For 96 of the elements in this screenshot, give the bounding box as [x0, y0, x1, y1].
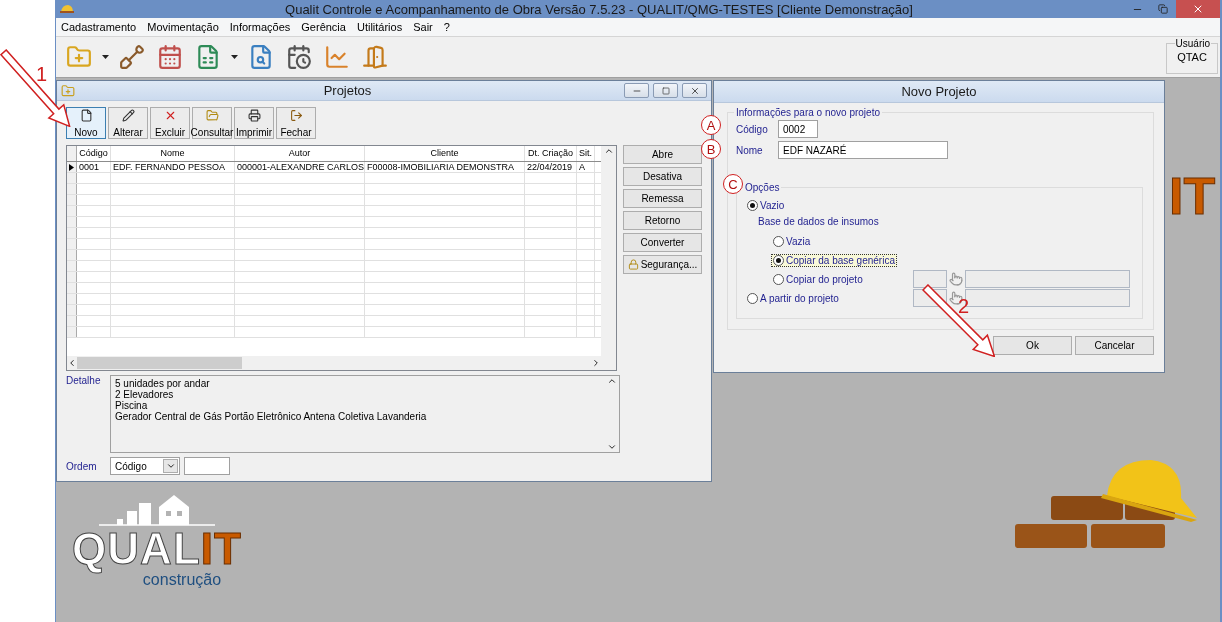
close-button[interactable] [682, 83, 707, 98]
field-label: Nome [736, 144, 764, 156]
table-cell: 000001-ALEXANDRE CARLOS [235, 162, 365, 172]
caret-icon [165, 461, 176, 471]
toolbar-button[interactable]: Excluir [150, 107, 190, 139]
radio-option[interactable]: Copiar do projeto [771, 272, 865, 286]
table-cell: EDF. FERNANDO PESSOA [111, 162, 235, 172]
chart-icon [324, 44, 350, 70]
table-cell: 22/04/2019 [525, 162, 577, 172]
action-button[interactable]: Remessa [623, 189, 702, 208]
toolbar-button[interactable]: Consultar [192, 107, 232, 139]
lock-icon [627, 259, 639, 270]
menu-item[interactable]: ? [443, 21, 450, 33]
radio-option[interactable]: A partir do projeto [745, 291, 841, 305]
window-title: Qualit Controle e Acompanhamento de Obra Versão 7.5.23 - QUALIT/QMG-TESTES [Cliente Demonstração] [284, 1, 914, 17]
menu-item[interactable]: Cadastramento [61, 21, 137, 33]
door-icon [362, 44, 388, 70]
radio-option[interactable]: Copiar da base genérica [771, 253, 897, 267]
detail-line: Piscina [115, 400, 149, 411]
menu-item[interactable]: Informações [229, 21, 291, 33]
logo-fragment: IT [1169, 170, 1216, 222]
action-button[interactable]: Retorno [623, 211, 702, 230]
logo-tagline: construção [142, 571, 222, 589]
field-label: Código [736, 123, 769, 135]
shovel-icon [119, 44, 145, 70]
logo-accent-text: IT [200, 527, 242, 571]
file-search-icon [248, 44, 274, 70]
scrollbar[interactable] [67, 356, 616, 370]
detail-line: 2 Elevadores [115, 389, 175, 400]
table-cell: A [577, 162, 595, 172]
column-header[interactable]: Dt. Criação [525, 146, 577, 161]
menu-item[interactable]: Utilitários [356, 21, 403, 33]
pencil-icon [121, 109, 135, 122]
scrollbar-thumb[interactable] [77, 357, 242, 369]
text-field[interactable]: 0002 [778, 120, 818, 138]
annotation-number: 1 [36, 64, 48, 84]
detail-field[interactable]: 5 unidades por andar 2 Elevadores Piscina Gerador Central de Gás Portão Eletrônico Antena Coletiva Lavanderia [110, 375, 620, 453]
user-label: Usuário [1174, 38, 1211, 49]
toolbar-button[interactable]: Imprimir [234, 107, 274, 139]
row-pointer-icon [69, 163, 74, 171]
table-cell: 0001 [77, 162, 111, 172]
menu-item[interactable]: Movimentação [147, 21, 219, 33]
spreadsheet-icon [195, 44, 221, 70]
section-label: Base de dados de insumos [758, 216, 880, 229]
action-button[interactable]: Converter [623, 233, 702, 252]
code-field[interactable] [913, 270, 947, 288]
radio-option[interactable]: Vazio [745, 198, 787, 212]
action-button[interactable]: Segurança... [623, 255, 702, 274]
toolbar-button[interactable]: Alterar [108, 107, 148, 139]
window-title: Projetos [322, 83, 373, 98]
user-name: QTAC [1177, 51, 1207, 63]
order-select[interactable]: Código [110, 457, 180, 475]
scrollbar[interactable] [601, 146, 616, 356]
helmet-icon [60, 4, 74, 14]
group-label: Informações para o novo projeto [735, 107, 881, 118]
column-header[interactable]: Sit. [577, 146, 595, 161]
search-field[interactable] [184, 457, 230, 475]
pointer-icon[interactable] [949, 272, 963, 286]
row-header[interactable] [67, 162, 77, 172]
action-button[interactable]: Desativa [623, 167, 702, 186]
maximize-icon [661, 86, 670, 95]
caret-icon[interactable] [231, 55, 238, 59]
table-cell: F00008-IMOBILIARIA DEMONSTRA [365, 162, 525, 172]
restore-icon [1158, 4, 1168, 14]
dialog-button[interactable]: Ok [993, 336, 1072, 355]
close-icon [689, 85, 700, 96]
detail-line: 5 unidades por andar [115, 378, 211, 389]
text-field[interactable]: EDF NAZARÉ [778, 141, 948, 159]
group-label: Opções [744, 182, 781, 193]
dialog-button[interactable]: Cancelar [1075, 336, 1154, 355]
menu-item[interactable]: Sair [413, 21, 433, 33]
printer-icon [247, 109, 261, 122]
close-icon [1192, 3, 1204, 15]
annotation-number: 2 [958, 296, 970, 316]
column-header[interactable]: Código [77, 146, 111, 161]
field-label: Ordem [66, 460, 98, 472]
field-label: Detalhe [66, 375, 102, 388]
menu-item[interactable]: Gerência [301, 21, 346, 33]
radio-option[interactable]: Vazia [771, 234, 813, 248]
toolbar-button[interactable]: Novo [66, 107, 106, 139]
folder-plus-icon [61, 83, 75, 98]
toolbar-button[interactable]: Fechar [276, 107, 316, 139]
minimize-button[interactable] [624, 83, 649, 98]
restore-button[interactable] [653, 83, 678, 98]
logo-text: QUAL [72, 527, 201, 571]
calendar-clock-icon [286, 44, 312, 70]
caret-icon[interactable] [102, 55, 109, 59]
folder-plus-icon [66, 44, 92, 70]
folder-icon [205, 109, 219, 122]
project-field[interactable] [965, 270, 1130, 288]
detail-line: Gerador Central de Gás Portão Eletrônico Antena Coletiva Lavanderia [115, 411, 428, 422]
calendar-icon [157, 44, 183, 70]
action-button[interactable]: Abre [623, 145, 702, 164]
file-icon [79, 109, 93, 122]
window-title: Novo Projeto [900, 84, 978, 99]
exit-icon [289, 109, 303, 122]
